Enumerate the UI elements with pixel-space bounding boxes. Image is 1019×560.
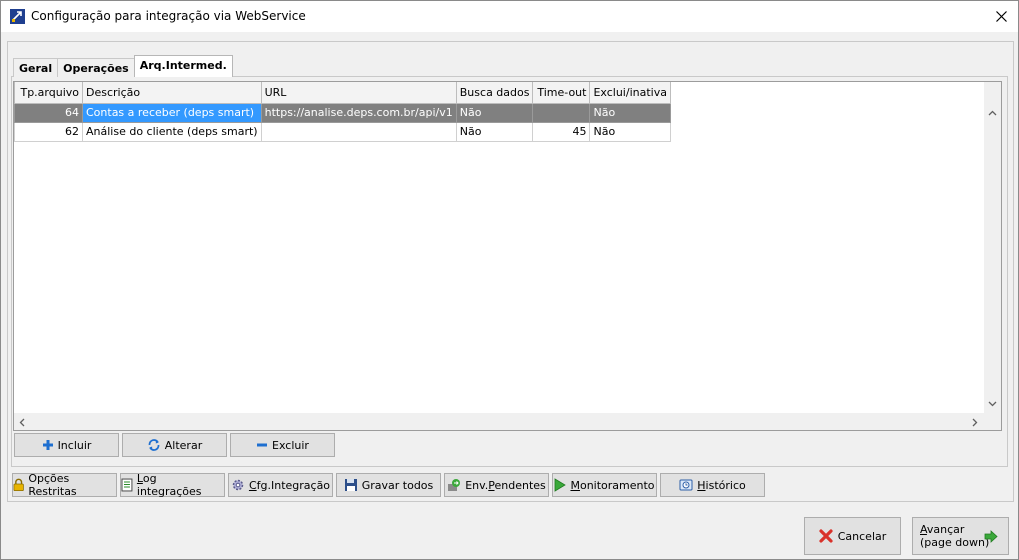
incluir-button[interactable]: Incluir — [14, 433, 119, 457]
minus-icon — [257, 443, 268, 447]
scroll-right-icon[interactable] — [972, 418, 978, 427]
window-title: Configuração para integração via WebServ… — [31, 9, 306, 23]
cancelar-button[interactable]: Cancelar — [804, 517, 901, 555]
env-pendentes-label-a: Env. — [465, 478, 489, 492]
refresh-icon — [148, 439, 160, 451]
arrow-right-icon — [984, 530, 998, 543]
cancel-icon — [819, 529, 833, 543]
scroll-left-icon[interactable] — [19, 418, 25, 427]
dialog-window: Configuração para integração via WebServ… — [0, 0, 1019, 560]
history-icon — [679, 479, 693, 491]
incluir-label: Incluir — [57, 438, 92, 452]
table-row[interactable]: 62 Análise do cliente (deps smart) Não 4… — [14, 121, 671, 142]
tab-geral[interactable]: Geral — [13, 58, 59, 77]
cell-busca-dados[interactable]: Não — [455, 121, 534, 142]
cfg-integracao-label: fg.Integração — [256, 478, 331, 492]
tab-strip: Geral Operações Arq.Intermed. — [13, 55, 233, 77]
title-bar: Configuração para integração via WebServ… — [1, 1, 1018, 32]
plus-icon — [42, 440, 53, 450]
col-header-descricao[interactable]: Descrição — [82, 82, 262, 104]
col-header-busca-dados[interactable]: Busca dados — [455, 82, 534, 104]
excluir-button[interactable]: Excluir — [230, 433, 335, 457]
data-grid[interactable]: Tp.arquivo Descrição URL Busca dados Tim… — [13, 81, 1002, 431]
close-button[interactable] — [984, 1, 1018, 32]
save-icon — [344, 479, 357, 491]
cell-exclui-inativa[interactable]: Não — [589, 121, 671, 142]
scroll-down-icon[interactable] — [988, 401, 997, 407]
cancelar-label: Cancelar — [837, 529, 887, 543]
col-header-exclui-inativa[interactable]: Exclui/inativa — [589, 82, 671, 104]
monitoramento-button[interactable]: Monitoramento — [552, 473, 657, 497]
gear-icon — [232, 479, 244, 491]
cell-busca-dados[interactable]: Não — [455, 102, 534, 123]
col-header-time-out[interactable]: Time-out — [532, 82, 591, 104]
play-icon — [555, 478, 567, 492]
grid-table: Tp.arquivo Descrição URL Busca dados Tim… — [14, 82, 671, 142]
historico-label: istórico — [705, 478, 746, 492]
log-integracoes-label: og integrações — [136, 472, 202, 498]
monitoramento-mnemonic: M — [570, 478, 580, 492]
cell-descricao[interactable]: Análise do cliente (deps smart) — [82, 121, 262, 142]
cfg-integracao-button[interactable]: Cfg.Integração — [228, 473, 333, 497]
cell-time-out[interactable]: 45 — [532, 121, 591, 142]
env-pendentes-label-c: endentes — [494, 478, 546, 492]
alterar-button[interactable]: Alterar — [122, 433, 227, 457]
env-pendentes-button[interactable]: Env.Pendentes — [444, 473, 549, 497]
tab-arq-intermed[interactable]: Arq.Intermed. — [133, 55, 233, 77]
lock-icon — [13, 478, 24, 492]
monitoramento-label: onitoramento — [579, 478, 655, 492]
cell-descricao[interactable]: Contas a receber (deps smart) — [82, 102, 262, 123]
grid-header-row: Tp.arquivo Descrição URL Busca dados Tim… — [14, 82, 671, 104]
alterar-label: Alterar — [164, 438, 203, 452]
gravar-todos-button[interactable]: Gravar todos — [336, 473, 441, 497]
historico-mnemonic: H — [697, 478, 706, 492]
opcoes-restritas-button[interactable]: Opções Restritas — [12, 472, 117, 498]
col-header-url[interactable]: URL — [260, 82, 457, 104]
horizontal-scrollbar[interactable] — [14, 413, 984, 430]
table-row[interactable]: 64 Contas a receber (deps smart) https:/… — [14, 102, 671, 123]
gravar-todos-label: Gravar todos — [361, 478, 434, 492]
cell-url[interactable] — [260, 121, 457, 142]
document-icon — [121, 478, 133, 492]
avancar-button[interactable]: Avançar (page down) — [912, 517, 1009, 555]
opcoes-restritas-label: Opções Restritas — [28, 472, 77, 498]
col-header-tp-arquivo[interactable]: Tp.arquivo — [14, 82, 83, 104]
scroll-up-icon[interactable] — [988, 110, 997, 116]
tab-operacoes[interactable]: Operações — [57, 58, 135, 77]
excluir-label: Excluir — [272, 438, 309, 452]
cell-exclui-inativa[interactable]: Não — [589, 102, 671, 123]
log-integracoes-button[interactable]: Log integrações — [120, 472, 225, 498]
cell-url[interactable]: https://analise.deps.com.br/api/v1 — [260, 102, 457, 123]
vertical-scrollbar[interactable] — [984, 82, 1001, 413]
avancar-mnemonic: A — [920, 523, 927, 536]
cfg-integracao-mnemonic: C — [248, 478, 257, 492]
avancar-text: Avançar (page down) — [920, 523, 989, 549]
avancar-label: vançar — [926, 523, 965, 536]
historico-button[interactable]: Histórico — [660, 473, 765, 497]
cell-tp-arquivo[interactable]: 62 — [14, 121, 83, 142]
close-icon — [995, 11, 1007, 22]
send-icon — [448, 479, 461, 491]
app-icon — [10, 9, 25, 24]
cell-time-out[interactable] — [532, 102, 591, 123]
cell-tp-arquivo[interactable]: 64 — [14, 102, 83, 123]
scrollbar-corner — [984, 413, 1001, 430]
avancar-shortcut: (page down) — [920, 536, 990, 549]
